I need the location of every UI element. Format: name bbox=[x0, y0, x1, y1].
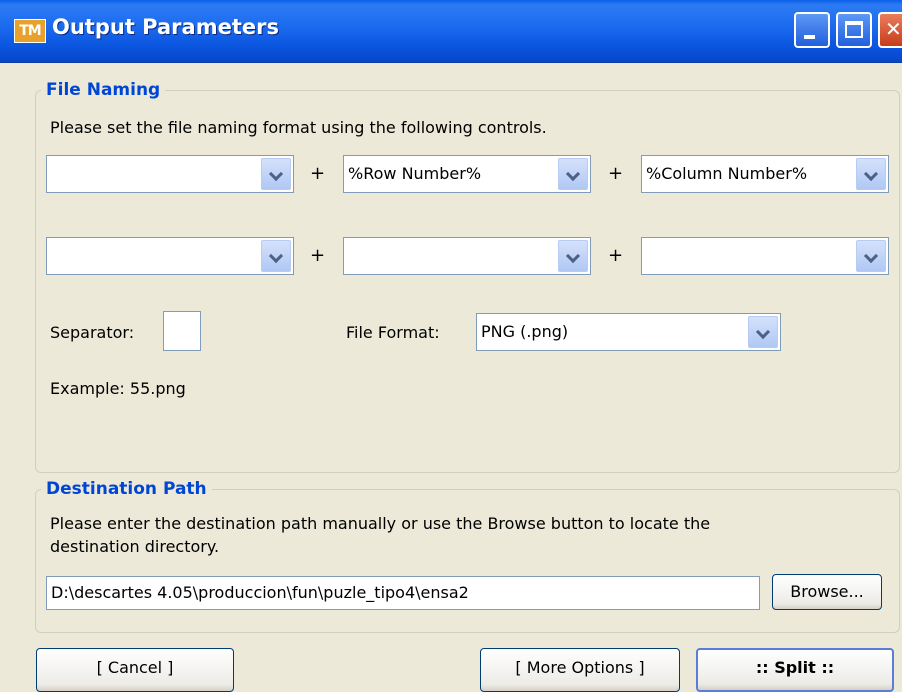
separator-input[interactable] bbox=[163, 311, 201, 351]
file-format-label: File Format: bbox=[346, 323, 440, 342]
close-icon[interactable] bbox=[878, 12, 902, 48]
chevron-down-icon[interactable] bbox=[748, 316, 778, 348]
combo-value: %Column Number% bbox=[646, 164, 808, 183]
plus-sign: + bbox=[310, 245, 326, 266]
minimize-icon[interactable] bbox=[794, 12, 830, 48]
app-icon: TM bbox=[14, 19, 46, 43]
name-part-1-3-select[interactable]: %Column Number% bbox=[641, 155, 889, 193]
more-options-button[interactable]: [ More Options ] bbox=[480, 648, 680, 692]
split-button[interactable]: :: Split :: bbox=[696, 648, 894, 692]
file-naming-instruction: Please set the file naming format using … bbox=[50, 118, 547, 137]
separator-label: Separator: bbox=[50, 323, 135, 342]
destination-path-legend: Destination Path bbox=[46, 479, 207, 499]
chevron-down-icon[interactable] bbox=[856, 240, 886, 272]
cancel-button[interactable]: [ Cancel ] bbox=[36, 648, 234, 692]
chevron-down-icon[interactable] bbox=[558, 158, 588, 190]
destination-instruction-line2: destination directory. bbox=[50, 537, 220, 556]
name-part-2-3-select[interactable] bbox=[641, 237, 889, 275]
title-bar[interactable]: TM Output Parameters bbox=[0, 0, 902, 63]
plus-sign: + bbox=[608, 163, 624, 184]
combo-value: PNG (.png) bbox=[481, 322, 569, 341]
destination-instruction-line1: Please enter the destination path manual… bbox=[50, 514, 711, 533]
chevron-down-icon[interactable] bbox=[558, 240, 588, 272]
name-part-1-2-select[interactable]: %Row Number% bbox=[343, 155, 591, 193]
chevron-down-icon[interactable] bbox=[261, 158, 291, 190]
destination-path-input[interactable]: D:\descartes 4.05\produccion\fun\puzle_t… bbox=[46, 576, 760, 610]
combo-value: %Row Number% bbox=[348, 164, 482, 183]
name-part-2-1-select[interactable] bbox=[46, 237, 294, 275]
browse-button[interactable]: Browse... bbox=[772, 574, 882, 610]
chevron-down-icon[interactable] bbox=[856, 158, 886, 190]
file-format-select[interactable]: PNG (.png) bbox=[476, 313, 781, 351]
name-part-2-2-select[interactable] bbox=[343, 237, 591, 275]
chevron-down-icon[interactable] bbox=[261, 240, 291, 272]
window-title: Output Parameters bbox=[52, 15, 279, 39]
example-text: Example: 55.png bbox=[50, 379, 186, 398]
file-naming-legend: File Naming bbox=[46, 80, 161, 100]
name-part-1-1-select[interactable] bbox=[46, 155, 294, 193]
maximize-icon[interactable] bbox=[836, 12, 872, 48]
plus-sign: + bbox=[608, 245, 624, 266]
plus-sign: + bbox=[310, 163, 326, 184]
